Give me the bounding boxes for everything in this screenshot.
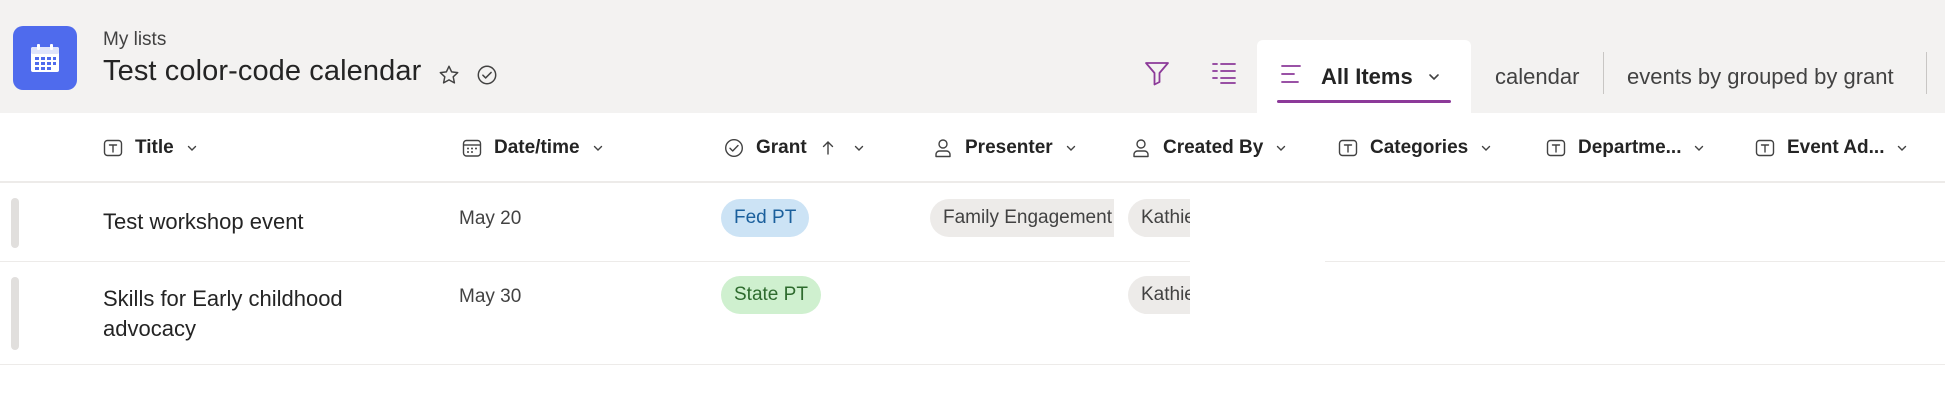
column-header-grant[interactable]: Grant [724, 113, 865, 183]
breadcrumb[interactable]: My lists [103, 29, 166, 51]
column-header-created-by[interactable]: Created By [1131, 113, 1287, 183]
cell-date: May 30 [459, 286, 522, 307]
page-title: Test color-code calendar [103, 55, 422, 87]
text-field-icon [1755, 138, 1775, 158]
active-tab-indicator [1277, 100, 1451, 103]
person-field-icon [1131, 138, 1151, 158]
calendar-list-icon [13, 26, 77, 90]
chevron-down-icon [1896, 142, 1908, 154]
tab-divider [1926, 52, 1927, 94]
presenter-chip[interactable]: Family Engagement [930, 199, 1114, 237]
view-lines-icon [1279, 62, 1303, 92]
view-options-icon[interactable] [1207, 56, 1241, 90]
column-header-date[interactable]: Date/time [462, 113, 604, 183]
tab-calendar[interactable]: calendar [1495, 40, 1579, 113]
column-header-presenter[interactable]: Presenter [933, 113, 1077, 183]
render-gap [1190, 185, 1325, 262]
cell-title[interactable]: Test workshop event [103, 207, 304, 237]
chevron-down-icon [853, 142, 865, 154]
filter-icon[interactable] [1140, 56, 1174, 90]
column-header-title[interactable]: Title [103, 113, 198, 183]
choice-field-icon [724, 138, 744, 158]
created-by-chip[interactable]: Kathie [1128, 276, 1190, 314]
text-field-icon [1338, 138, 1358, 158]
tab-label: All Items [1321, 63, 1413, 89]
column-header-department[interactable]: Departme... [1546, 113, 1705, 183]
sort-ascending-icon [821, 140, 835, 156]
table-row[interactable]: Skills for Early childhood advocacy May … [0, 262, 1945, 365]
created-by-chip[interactable]: Kathie [1128, 199, 1190, 237]
cell-date: May 20 [459, 208, 522, 229]
list-header: My lists Test color-code calendar All It… [0, 0, 1945, 113]
chevron-down-icon [592, 142, 604, 154]
tab-events-by-grant[interactable]: events by grouped by grant [1627, 40, 1894, 113]
chevron-down-icon [1065, 142, 1077, 154]
row-selection-handle[interactable] [11, 277, 19, 350]
column-header-event-address[interactable]: Event Ad... [1755, 113, 1908, 183]
calendar-field-icon [462, 138, 482, 158]
table-row[interactable]: Test workshop event May 20 Fed PT Family… [0, 185, 1945, 262]
check-circle-icon[interactable] [474, 62, 500, 88]
favorite-star-icon[interactable] [436, 62, 462, 88]
grant-badge: Fed PT [721, 199, 810, 237]
column-header-categories[interactable]: Categories [1338, 113, 1492, 183]
row-selection-handle[interactable] [11, 198, 19, 248]
text-field-icon [1546, 138, 1566, 158]
chevron-down-icon [1693, 142, 1705, 154]
chevron-down-icon [1427, 64, 1441, 90]
column-header-row: Title Date/time Grant Presenter Created … [0, 113, 1945, 183]
cell-title[interactable]: Skills for Early childhood advocacy [103, 284, 343, 344]
chevron-down-icon [1480, 142, 1492, 154]
chevron-down-icon [186, 142, 198, 154]
person-field-icon [933, 138, 953, 158]
text-field-icon [103, 138, 123, 158]
chevron-down-icon [1275, 142, 1287, 154]
grant-badge: State PT [721, 276, 821, 314]
tab-divider [1603, 52, 1604, 94]
